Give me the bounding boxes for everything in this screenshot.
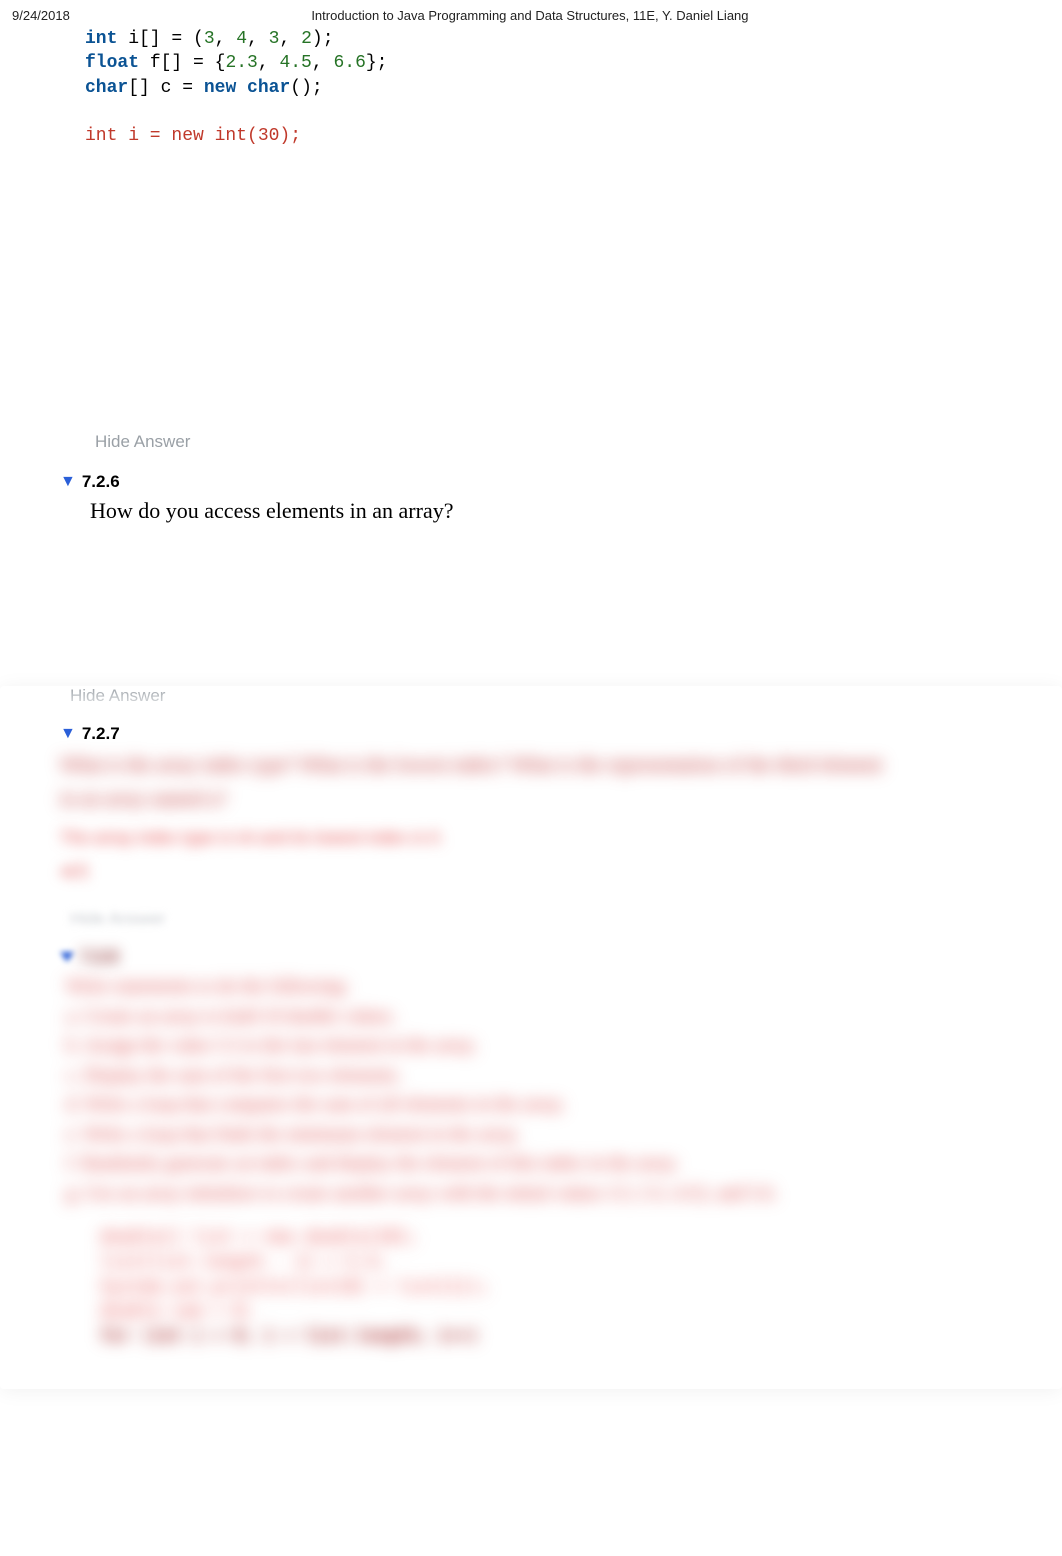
expand-triangle-icon-blurred <box>60 952 74 962</box>
page-header: 9/24/2018 Introduction to Java Programmi… <box>0 0 1062 27</box>
keyword-new-char: new char <box>204 78 290 98</box>
question-7-2-8-header: 7.2.8 <box>60 947 1022 967</box>
question-number: 7.2.6 <box>82 472 120 492</box>
blurred-answer-text: The array index type is int and its lowe… <box>60 824 1022 853</box>
hide-answer-button[interactable]: Hide Answer <box>95 432 1022 452</box>
question-7-2-6: ▼ 7.2.6 How do you access elements in an… <box>60 472 1022 526</box>
blurred-code-snippet: double[] list = new double[10]; list[lis… <box>100 1225 1022 1348</box>
hide-answer-blurred: Hide Answer <box>70 909 1022 929</box>
blurred-question-text: What is the array index type? What is th… <box>60 748 1022 816</box>
question-7-2-7: ▼ 7.2.7 What is the array index type? Wh… <box>60 724 1022 885</box>
blurred-question-number: 7.2.8 <box>80 947 118 967</box>
keyword-char: char <box>85 78 128 98</box>
header-title: Introduction to Java Programming and Dat… <box>70 8 1050 23</box>
question-number: 7.2.7 <box>82 724 120 744</box>
blurred-short-answer: a[2] <box>60 853 1022 885</box>
hide-answer-button-2[interactable]: Hide Answer <box>70 686 1022 706</box>
keyword-float: float <box>85 53 139 73</box>
code-snippet: int i[] = (3, 4, 3, 2); float f[] = {2.3… <box>85 27 1022 148</box>
expand-triangle-icon[interactable]: ▼ <box>60 473 76 491</box>
blurred-question-body: Write statements to do the following: a.… <box>66 973 1022 1207</box>
keyword-int: int <box>85 29 117 49</box>
header-date: 9/24/2018 <box>12 8 70 23</box>
expand-triangle-icon[interactable]: ▼ <box>60 725 76 743</box>
error-line: int i = new int(30); <box>85 126 301 146</box>
question-text: How do you access elements in an array? <box>90 496 1022 526</box>
locked-content-zone: Hide Answer ▼ 7.2.7 What is the array in… <box>0 686 1062 1388</box>
